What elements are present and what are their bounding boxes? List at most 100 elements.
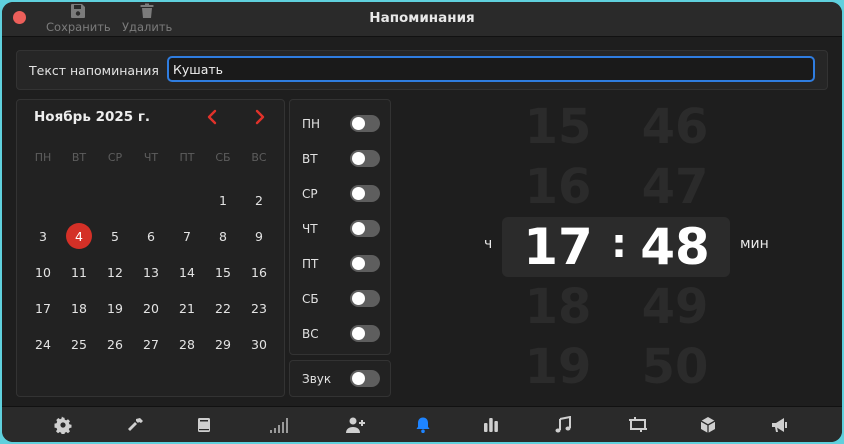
tab-bell[interactable] bbox=[412, 415, 434, 435]
repeat-day-toggle[interactable] bbox=[350, 325, 380, 342]
calendar-day[interactable]: 26 bbox=[97, 326, 133, 362]
calendar-day-number: 25 bbox=[71, 336, 87, 352]
calendar-day-number: 13 bbox=[143, 264, 159, 280]
calendar-day[interactable]: 13 bbox=[133, 254, 169, 290]
main-content: Текст напоминания Ноябрь 2025 г. ПН ВТ СР Ч… bbox=[2, 37, 842, 406]
calendar-day-number: 24 bbox=[35, 336, 51, 352]
repeat-day-toggle[interactable] bbox=[350, 255, 380, 272]
calendar-day[interactable]: 24 bbox=[25, 326, 61, 362]
next-month-button[interactable] bbox=[249, 106, 271, 128]
repeat-day-label: СР bbox=[302, 187, 318, 201]
calendar-day[interactable]: 3 bbox=[25, 218, 61, 254]
minute-option[interactable]: 47 bbox=[630, 159, 720, 215]
repeat-day-row: СБ bbox=[290, 287, 390, 311]
repeat-day-label: СБ bbox=[302, 292, 319, 306]
calendar-day[interactable]: 8 bbox=[205, 218, 241, 254]
hour-option[interactable]: 16 bbox=[513, 159, 603, 215]
calendar-day-number: 16 bbox=[251, 264, 267, 280]
calendar-empty-cell bbox=[61, 182, 97, 218]
calendar-day[interactable]: 15 bbox=[205, 254, 241, 290]
tab-screen-resize[interactable] bbox=[627, 415, 649, 435]
repeat-day-toggle[interactable] bbox=[350, 150, 380, 167]
reminder-text-label: Текст напоминания bbox=[29, 63, 159, 78]
calendar-day-number: 17 bbox=[35, 300, 51, 316]
repeat-day-toggle[interactable] bbox=[350, 220, 380, 237]
calendar-day[interactable]: 21 bbox=[169, 290, 205, 326]
tab-add-user[interactable] bbox=[345, 415, 367, 435]
calendar-day[interactable]: 27 bbox=[133, 326, 169, 362]
calendar-day[interactable]: 19 bbox=[97, 290, 133, 326]
calendar-day[interactable]: 28 bbox=[169, 326, 205, 362]
repeat-day-toggle[interactable] bbox=[350, 290, 380, 307]
calendar-day-number: 4 bbox=[66, 223, 92, 249]
calendar-day[interactable]: 23 bbox=[241, 290, 277, 326]
repeat-day-toggle[interactable] bbox=[350, 115, 380, 132]
repeat-day-label: ВТ bbox=[302, 152, 318, 166]
calendar-day[interactable]: 29 bbox=[205, 326, 241, 362]
tab-book[interactable] bbox=[193, 415, 215, 435]
calendar-day-number: 2 bbox=[255, 192, 263, 208]
calendar-day[interactable]: 1 bbox=[205, 182, 241, 218]
repeat-day-label: ЧТ bbox=[302, 222, 318, 236]
signal-icon bbox=[269, 416, 291, 434]
calendar-day[interactable]: 22 bbox=[205, 290, 241, 326]
repeat-day-row: ВС bbox=[290, 322, 390, 346]
calendar: Ноябрь 2025 г. ПН ВТ СР ЧТ ПТ СБ ВС 1 2 3 4 5 6 7 8 9 10… bbox=[16, 99, 285, 397]
calendar-day-number: 11 bbox=[71, 264, 87, 280]
tab-cube[interactable] bbox=[697, 415, 719, 435]
calendar-day-number: 21 bbox=[179, 300, 195, 316]
calendar-day[interactable]: 25 bbox=[61, 326, 97, 362]
minute-unit-label: мин bbox=[740, 236, 769, 252]
calendar-day[interactable]: 10 bbox=[25, 254, 61, 290]
repeat-day-toggle[interactable] bbox=[350, 185, 380, 202]
tab-megaphone[interactable] bbox=[769, 415, 791, 435]
weekday-header: СР bbox=[107, 151, 123, 164]
calendar-day[interactable]: 5 bbox=[97, 218, 133, 254]
calendar-empty-cell bbox=[97, 182, 133, 218]
calendar-day-number: 26 bbox=[107, 336, 123, 352]
reminder-text-row: Текст напоминания bbox=[16, 50, 828, 90]
calendar-day[interactable]: 20 bbox=[133, 290, 169, 326]
calendar-day-number: 19 bbox=[107, 300, 123, 316]
calendar-day[interactable]: 4 bbox=[61, 218, 97, 254]
title-bar: Сохранить Удалить Напоминания bbox=[2, 2, 842, 37]
calendar-empty-cell bbox=[25, 182, 61, 218]
calendar-day[interactable]: 18 bbox=[61, 290, 97, 326]
repeat-day-row: ЧТ bbox=[290, 217, 390, 241]
tab-signal[interactable] bbox=[269, 415, 291, 435]
calendar-day[interactable]: 11 bbox=[61, 254, 97, 290]
hour-option[interactable]: 18 bbox=[513, 279, 603, 335]
previous-month-button[interactable] bbox=[201, 106, 223, 128]
calendar-day[interactable]: 16 bbox=[241, 254, 277, 290]
calendar-day-number: 29 bbox=[215, 336, 231, 352]
calendar-day[interactable]: 14 bbox=[169, 254, 205, 290]
minute-option[interactable]: 49 bbox=[630, 279, 720, 335]
hour-option[interactable]: 15 bbox=[513, 99, 603, 155]
calendar-day[interactable]: 6 bbox=[133, 218, 169, 254]
tab-hammer[interactable] bbox=[125, 415, 147, 435]
calendar-day[interactable]: 17 bbox=[25, 290, 61, 326]
minute-option[interactable]: 50 bbox=[630, 339, 720, 395]
repeat-day-label: ПН bbox=[302, 117, 321, 131]
weekday-header: ВТ bbox=[71, 151, 87, 164]
calendar-month-title: Ноябрь 2025 г. bbox=[34, 109, 151, 125]
sound-panel: Звук bbox=[289, 360, 391, 397]
calendar-day-number: 9 bbox=[255, 228, 263, 244]
selected-minute[interactable]: 48 bbox=[630, 218, 720, 276]
sound-toggle[interactable] bbox=[350, 370, 380, 387]
tab-music-note[interactable] bbox=[552, 415, 574, 435]
calendar-day[interactable]: 2 bbox=[241, 182, 277, 218]
calendar-day[interactable]: 9 bbox=[241, 218, 277, 254]
reminder-text-input[interactable] bbox=[167, 56, 815, 82]
calendar-day[interactable]: 7 bbox=[169, 218, 205, 254]
hour-option[interactable]: 19 bbox=[513, 339, 603, 395]
calendar-day[interactable]: 12 bbox=[97, 254, 133, 290]
tab-bar-chart[interactable] bbox=[480, 415, 502, 435]
gear-icon bbox=[54, 416, 72, 434]
sound-label: Звук bbox=[302, 372, 332, 386]
window-title: Напоминания bbox=[369, 10, 475, 26]
selected-hour[interactable]: 17 bbox=[513, 218, 603, 276]
minute-option[interactable]: 46 bbox=[630, 99, 720, 155]
tab-gear[interactable] bbox=[52, 415, 74, 435]
calendar-day[interactable]: 30 bbox=[241, 326, 277, 362]
